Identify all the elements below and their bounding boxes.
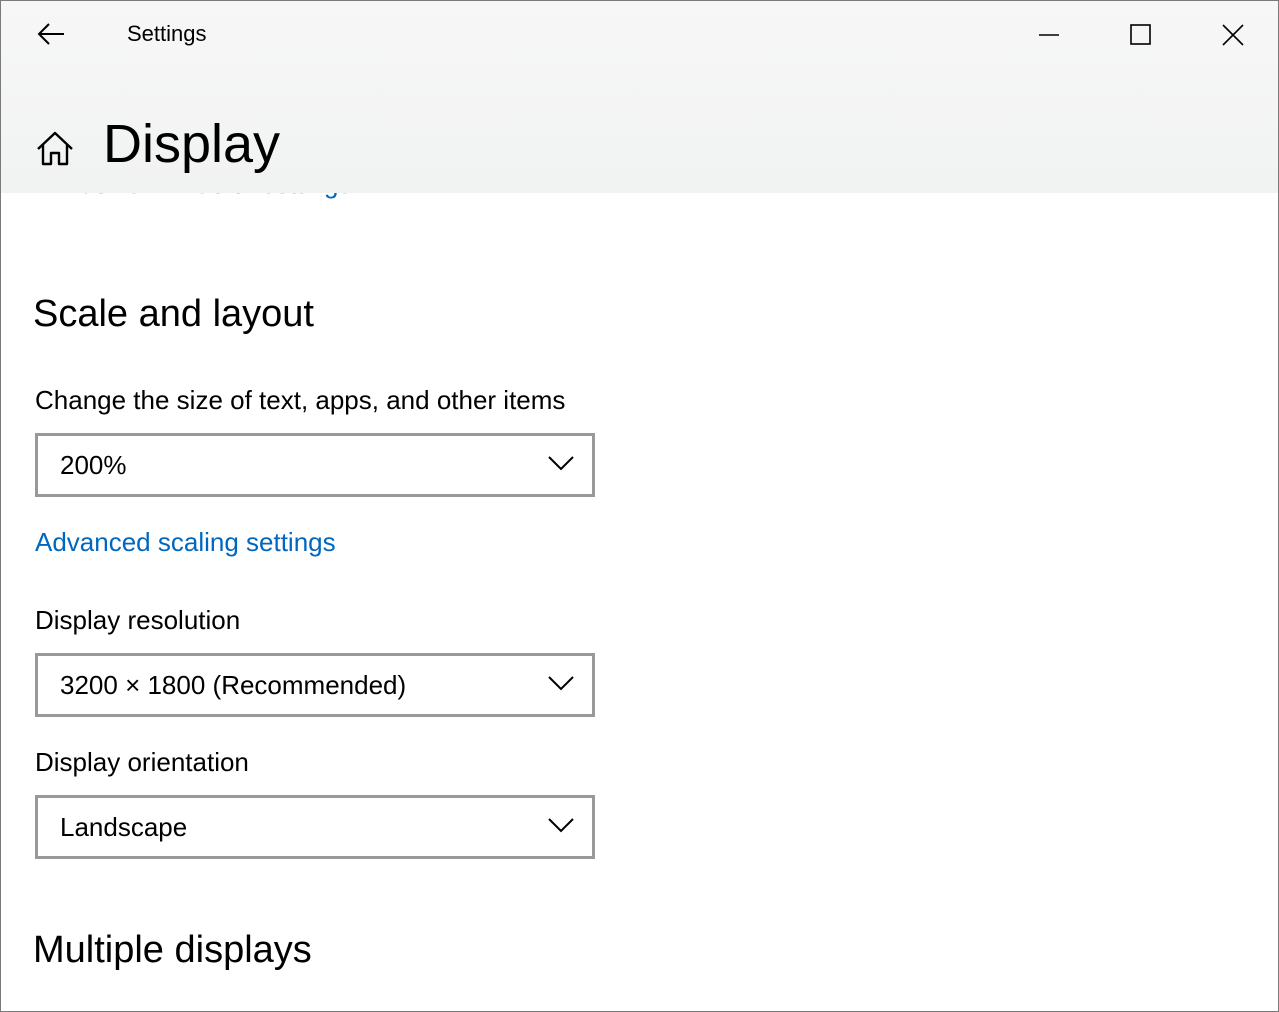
orientation-label: Display orientation (35, 747, 249, 777)
back-arrow-icon (37, 23, 64, 45)
maximize-icon (1130, 24, 1151, 45)
resolution-dropdown[interactable]: 3200 × 1800 (Recommended) (35, 653, 595, 717)
chevron-down-icon (548, 456, 574, 471)
scale-dropdown-value: 200% (60, 450, 127, 480)
resolution-dropdown-value: 3200 × 1800 (Recommended) (60, 670, 407, 700)
size-label: Change the size of text, apps, and other… (35, 385, 566, 415)
back-button[interactable] (21, 13, 81, 57)
advanced-scaling-link[interactable]: Advanced scaling settings (35, 527, 336, 558)
resolution-label: Display resolution (35, 605, 241, 635)
header: Settings Display (1, 1, 1278, 193)
home-icon[interactable] (35, 129, 75, 169)
scale-dropdown[interactable]: 200% (35, 433, 595, 497)
page-title: Display (103, 114, 281, 174)
page-header: Display (1, 69, 1278, 193)
multiple-displays-heading: Multiple displays (33, 929, 312, 971)
minimize-icon (1039, 34, 1059, 36)
maximize-button[interactable] (1095, 1, 1187, 69)
chevron-down-icon (548, 818, 574, 833)
orientation-dropdown-value: Landscape (60, 812, 188, 842)
scale-layout-heading: Scale and layout (33, 293, 314, 335)
close-button[interactable] (1187, 1, 1278, 69)
app-title: Settings (127, 21, 207, 46)
chevron-down-icon (548, 676, 574, 691)
title-bar[interactable]: Settings (1, 1, 1278, 69)
close-icon (1222, 24, 1244, 46)
settings-window: Windows HD Color settings Scale and layo… (0, 0, 1279, 1012)
minimize-button[interactable] (1003, 1, 1095, 69)
orientation-dropdown[interactable]: Landscape (35, 795, 595, 859)
